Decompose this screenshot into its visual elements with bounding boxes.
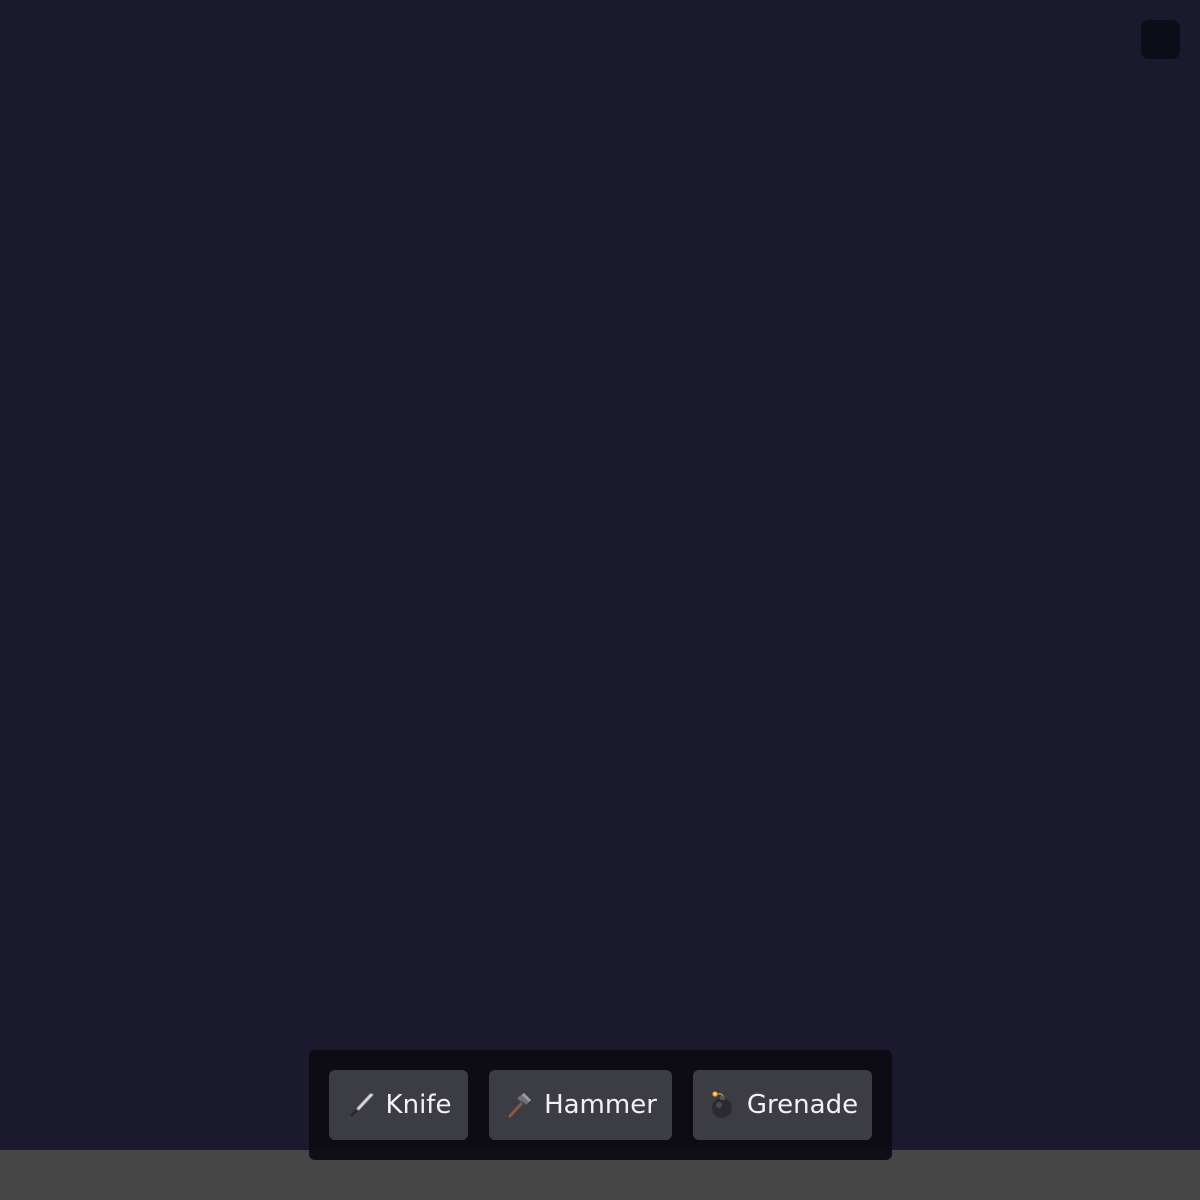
game-stage[interactable]: Knife Hammer Grenade — [0, 0, 1200, 1200]
weapon-toolbar: Knife Hammer Grenade — [309, 1050, 892, 1160]
knife-label: Knife — [385, 1090, 452, 1120]
grenade-label: Grenade — [746, 1090, 859, 1120]
knife-icon — [346, 1090, 376, 1120]
knife-button[interactable]: Knife — [329, 1070, 468, 1140]
grenade-button[interactable]: Grenade — [693, 1070, 872, 1140]
hammer-icon — [504, 1090, 534, 1120]
menu-button[interactable] — [1141, 20, 1180, 59]
bomb-icon — [707, 1090, 737, 1120]
hammer-label: Hammer — [544, 1090, 657, 1120]
hammer-button[interactable]: Hammer — [489, 1070, 672, 1140]
